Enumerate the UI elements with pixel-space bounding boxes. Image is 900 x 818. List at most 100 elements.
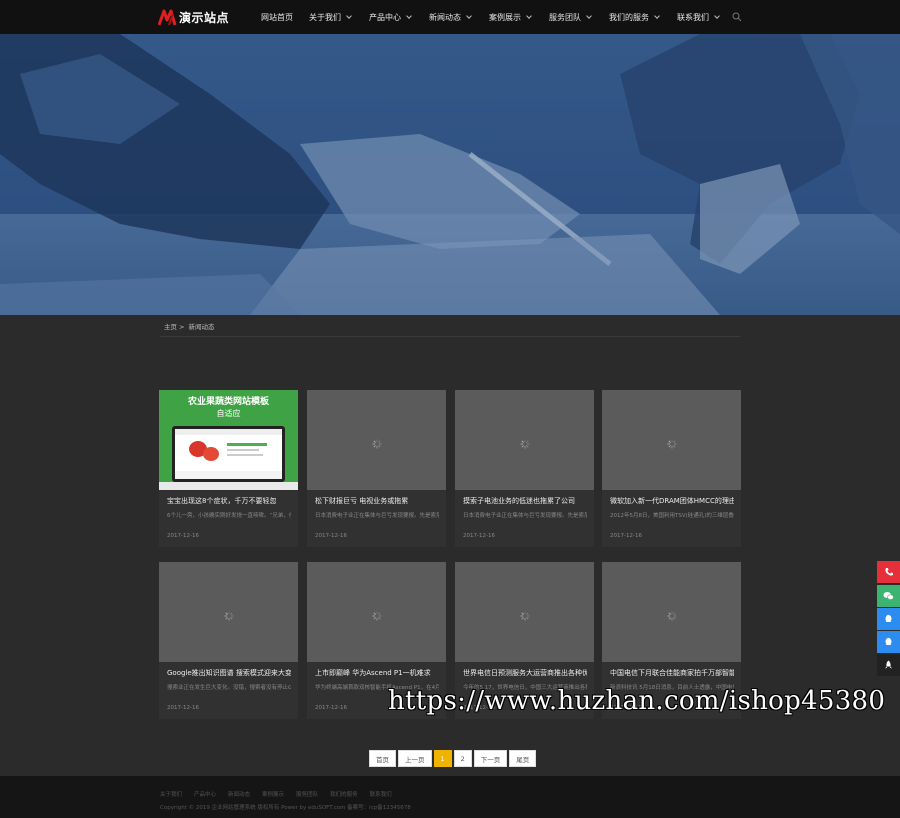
nav-item-label: 新闻动态: [429, 13, 461, 22]
news-card-desc: 2012年5月8日，美国利用TSV(硅通孔)的三维层叠新一代DRAM “Hybr…: [610, 513, 734, 519]
pagination: 首页 上一页 1 2 下一页 尾页: [369, 750, 538, 768]
logo-text: 演示站点: [179, 10, 230, 25]
nav-item-4[interactable]: 新闻动态: [429, 12, 472, 23]
nav-item-label: 联系我们: [677, 13, 709, 22]
promo-subtitle: 自适应: [216, 409, 241, 418]
breadcrumb-divider: [160, 336, 740, 337]
nav-item-8[interactable]: 联系我们: [677, 12, 720, 23]
top-navbar: 演示站点 网站首页 关于我们 产品中心 新闻动态 案例展示 服务团队 我们的服务 联系我们: [0, 0, 900, 34]
nav-item-7[interactable]: 我们的服务: [609, 12, 660, 23]
news-card-image[interactable]: [602, 390, 741, 490]
news-card[interactable]: 松下财报巨亏 电视业务或拖累日本消费电子业正在集体与巨亏发现要报。先是索尼，夏普…: [307, 390, 446, 547]
news-card[interactable]: 农业果蔬类网站模板 自适应 宝宝出现这8个症状，千万不要轻忽 6个儿一旁，小孩确实刚好…: [159, 390, 298, 547]
news-card[interactable]: Google推出知识图谱 搜索模式迎来大变革搜索业正在发生巨大变化。没错，搜索者…: [159, 562, 298, 719]
news-card-image[interactable]: 农业果蔬类网站模板 自适应: [159, 390, 298, 490]
page-first-button[interactable]: 首页: [369, 750, 396, 767]
chevron-down-icon: [526, 13, 532, 19]
chevron-down-icon: [466, 13, 472, 19]
qq-icon: [885, 637, 892, 646]
news-card[interactable]: 微软加入新一代DRAM团体HMCC的理由 2012年5月8日，美国利用TSV(硅通…: [602, 390, 741, 547]
breadcrumb-home[interactable]: 主页: [164, 323, 177, 331]
breadcrumb-separator: >: [179, 323, 185, 331]
news-card-image[interactable]: [307, 562, 446, 662]
nav-item-1[interactable]: 网站首页: [261, 12, 293, 23]
nav-item-label: 案例展示: [489, 13, 521, 22]
banner-image: [0, 34, 900, 315]
page-last-button[interactable]: 尾页: [509, 750, 537, 767]
promo-title: 农业果蔬类网站模板: [187, 397, 269, 407]
back-to-top-button[interactable]: [877, 654, 900, 676]
logo-mark-icon: [158, 9, 177, 26]
news-card-image[interactable]: [307, 390, 446, 490]
news-card-title[interactable]: 中国电信下月联合佳能商家拍千万部智能: [610, 668, 734, 678]
news-card-desc: 日本消费电子业正在集体与巨亏发现要报。先是索尼，夏普都拿下了历史性巨亏，这一次又…: [463, 513, 587, 519]
news-card-image[interactable]: [455, 390, 594, 490]
watermark-text: https://www.huzhan.com/ishop45380: [388, 686, 886, 716]
nav-item-label: 我们的服务: [609, 13, 649, 22]
news-card-image[interactable]: [159, 562, 298, 662]
loading-spinner-icon: [224, 606, 234, 621]
news-card-date: 2017-12-16: [463, 533, 495, 539]
news-card-title[interactable]: Google推出知识图谱 搜索模式迎来大变革: [167, 668, 291, 678]
news-card-date: 2017-12-16: [167, 533, 199, 539]
footer-links: 关于我们 产品中心 新闻动态 案例展示 服务团队 我们的服务 联系我们: [160, 790, 404, 798]
chevron-down-icon: [346, 13, 352, 19]
rocket-icon: [885, 660, 892, 669]
chevron-down-icon: [654, 13, 660, 19]
loading-spinner-icon: [372, 606, 382, 621]
nav-item-label: 网站首页: [261, 13, 293, 22]
qq-button-2[interactable]: [877, 631, 900, 653]
phone-icon: [884, 568, 893, 576]
nav-item-label: 产品中心: [369, 13, 401, 22]
nav-item-5[interactable]: 案例展示: [489, 12, 532, 23]
loading-spinner-icon: [667, 434, 677, 449]
news-card-date: 2017-12-16: [610, 533, 642, 539]
news-card-date: 2017-12-16: [167, 705, 199, 711]
footer: 关于我们 产品中心 新闻动态 案例展示 服务团队 我们的服务 联系我们 Copyright …: [0, 776, 900, 818]
nav-item-6[interactable]: 服务团队: [549, 12, 592, 23]
news-card-title[interactable]: 摸索子电池业务的低迷也拖累了公司: [463, 496, 587, 506]
footer-link[interactable]: 我们的服务: [330, 790, 358, 798]
footer-link[interactable]: 联系我们: [370, 790, 392, 798]
loading-spinner-icon: [372, 434, 382, 449]
page-2-button[interactable]: 2: [453, 750, 472, 767]
footer-link[interactable]: 新闻动态: [228, 790, 250, 798]
search-icon[interactable]: [732, 12, 742, 22]
footer-link[interactable]: 产品中心: [194, 790, 216, 798]
page-prev-button[interactable]: 上一页: [398, 750, 432, 767]
site-logo[interactable]: 演示站点: [158, 8, 229, 26]
loading-spinner-icon: [520, 606, 530, 621]
wechat-icon: [883, 592, 894, 600]
breadcrumb-current[interactable]: 新闻动态: [189, 323, 215, 331]
nav-item-2[interactable]: 关于我们: [309, 12, 352, 23]
news-card-title[interactable]: 上市即巅峰 华为Ascend P1一机难求: [315, 668, 439, 678]
hero-banner: [0, 34, 900, 315]
footer-link[interactable]: 关于我们: [160, 790, 182, 798]
news-card-date: 2017-12-16: [315, 705, 347, 711]
footer-link[interactable]: 案例展示: [262, 790, 284, 798]
news-card-title[interactable]: 世界电信日预测服务大运营商推出各种优: [463, 668, 587, 678]
news-card-title[interactable]: 微软加入新一代DRAM团体HMCC的理由: [610, 496, 734, 506]
footer-link[interactable]: 服务团队: [296, 790, 318, 798]
nav-item-label: 服务团队: [549, 13, 581, 22]
phone-button[interactable]: [877, 561, 900, 583]
news-card[interactable]: 摸索子电池业务的低迷也拖累了公司日本消费电子业正在集体与巨亏发现要报。先是索尼，…: [455, 390, 594, 547]
page-1-button[interactable]: 1: [433, 750, 452, 767]
news-card-title[interactable]: 松下财报巨亏 电视业务或拖累: [315, 496, 439, 506]
qq-icon: [885, 614, 892, 623]
chevron-down-icon: [714, 13, 720, 19]
page-next-button[interactable]: 下一页: [473, 750, 508, 767]
news-card-image[interactable]: [455, 562, 594, 662]
nav-item-3[interactable]: 产品中心: [369, 12, 412, 23]
chevron-down-icon: [586, 13, 592, 19]
news-card-title[interactable]: 宝宝出现这8个症状，千万不要轻忽: [167, 496, 291, 506]
news-card-desc: 日本消费电子业正在集体与巨亏发现要报。先是索尼，夏普都拿下了历史性巨亏，这一次又…: [315, 513, 439, 519]
chevron-down-icon: [406, 13, 412, 19]
news-card-date: 2017-12-16: [315, 533, 347, 539]
news-card-image[interactable]: [602, 562, 741, 662]
loading-spinner-icon: [520, 434, 530, 449]
nav-item-label: 关于我们: [309, 13, 341, 22]
wechat-button[interactable]: [877, 585, 900, 607]
qq-button-1[interactable]: [877, 608, 900, 630]
news-card-desc: 搜索业正在发生巨大变化。没错，搜索者没有停止Google，Google的不对是，…: [167, 685, 291, 691]
